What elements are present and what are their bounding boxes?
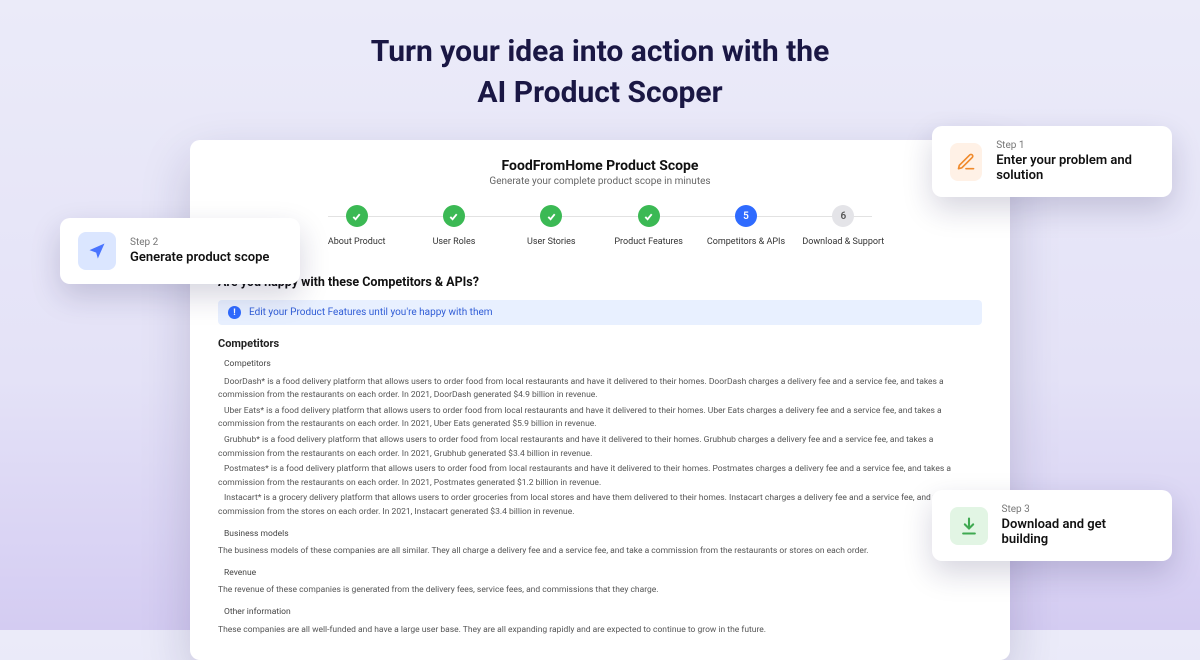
step-about-product[interactable]: About Product bbox=[308, 205, 405, 247]
callout-title: Enter your problem and solution bbox=[996, 153, 1154, 183]
info-banner[interactable]: ! Edit your Product Features until you'r… bbox=[218, 300, 982, 325]
headline-line-2: AI Product Scoper bbox=[477, 75, 722, 110]
competitors-body: Competitors DoorDash* is a food delivery… bbox=[218, 358, 982, 637]
send-icon bbox=[78, 232, 116, 270]
check-icon bbox=[346, 205, 368, 227]
step-competitors-apis[interactable]: 5 Competitors & APIs bbox=[697, 205, 794, 247]
competitor-instacart: Instacart* is a grocery delivery platfor… bbox=[218, 492, 982, 519]
info-banner-text: Edit your Product Features until you're … bbox=[249, 307, 493, 318]
callout-title: Download and get building bbox=[1002, 517, 1154, 547]
callout-title: Generate product scope bbox=[130, 250, 269, 265]
page-headline: Turn your idea into action with the AI P… bbox=[0, 0, 1200, 113]
callout-kicker: Step 1 bbox=[996, 140, 1154, 151]
headline-line-1: Turn your idea into action with the bbox=[371, 34, 830, 69]
step-number: 5 bbox=[735, 205, 757, 227]
competitor-postmates: Postmates* is a food delivery platform t… bbox=[218, 463, 982, 490]
body-sub-revenue: Revenue bbox=[218, 567, 982, 581]
step-user-roles[interactable]: User Roles bbox=[405, 205, 502, 247]
body-sub-competitors: Competitors bbox=[218, 358, 982, 372]
competitor-ubereats: Uber Eats* is a food delivery platform t… bbox=[218, 405, 982, 432]
competitor-doordash: DoorDash* is a food delivery platform th… bbox=[218, 376, 982, 403]
step-product-features[interactable]: Product Features bbox=[600, 205, 697, 247]
step-label: Product Features bbox=[614, 237, 683, 247]
step-download-support[interactable]: 6 Download & Support bbox=[795, 205, 892, 247]
body-sub-other: Other information bbox=[218, 606, 982, 620]
check-icon bbox=[540, 205, 562, 227]
progress-stepper: About Product User Roles User Stories Pr… bbox=[308, 205, 892, 247]
step-user-stories[interactable]: User Stories bbox=[503, 205, 600, 247]
other-info-text: These companies are all well-funded and … bbox=[218, 624, 982, 638]
competitors-heading: Competitors bbox=[218, 337, 982, 350]
info-icon: ! bbox=[228, 306, 241, 319]
app-window: FoodFromHome Product Scope Generate your… bbox=[190, 140, 1010, 660]
competitor-grubhub: Grubhub* is a food delivery platform tha… bbox=[218, 434, 982, 461]
callout-kicker: Step 2 bbox=[130, 237, 269, 248]
callout-step-1: Step 1 Enter your problem and solution bbox=[932, 126, 1172, 197]
download-icon bbox=[950, 507, 988, 545]
step-label: Competitors & APIs bbox=[707, 237, 785, 247]
app-subtitle: Generate your complete product scope in … bbox=[218, 176, 982, 187]
check-icon bbox=[443, 205, 465, 227]
step-label: User Roles bbox=[433, 237, 476, 247]
step-label: Download & Support bbox=[802, 237, 884, 247]
callout-kicker: Step 3 bbox=[1002, 504, 1154, 515]
check-icon bbox=[638, 205, 660, 227]
callout-step-3: Step 3 Download and get building bbox=[932, 490, 1172, 561]
revenue-text: The revenue of these companies is genera… bbox=[218, 584, 982, 598]
section-question: Are you happy with these Competitors & A… bbox=[218, 275, 982, 290]
app-title: FoodFromHome Product Scope bbox=[218, 158, 982, 174]
callout-step-2: Step 2 Generate product scope bbox=[60, 218, 300, 284]
business-models-text: The business models of these companies a… bbox=[218, 545, 982, 559]
step-label: About Product bbox=[328, 237, 386, 247]
step-label: User Stories bbox=[527, 237, 576, 247]
edit-icon bbox=[950, 143, 982, 181]
body-sub-business-models: Business models bbox=[218, 528, 982, 542]
step-number: 6 bbox=[832, 205, 854, 227]
